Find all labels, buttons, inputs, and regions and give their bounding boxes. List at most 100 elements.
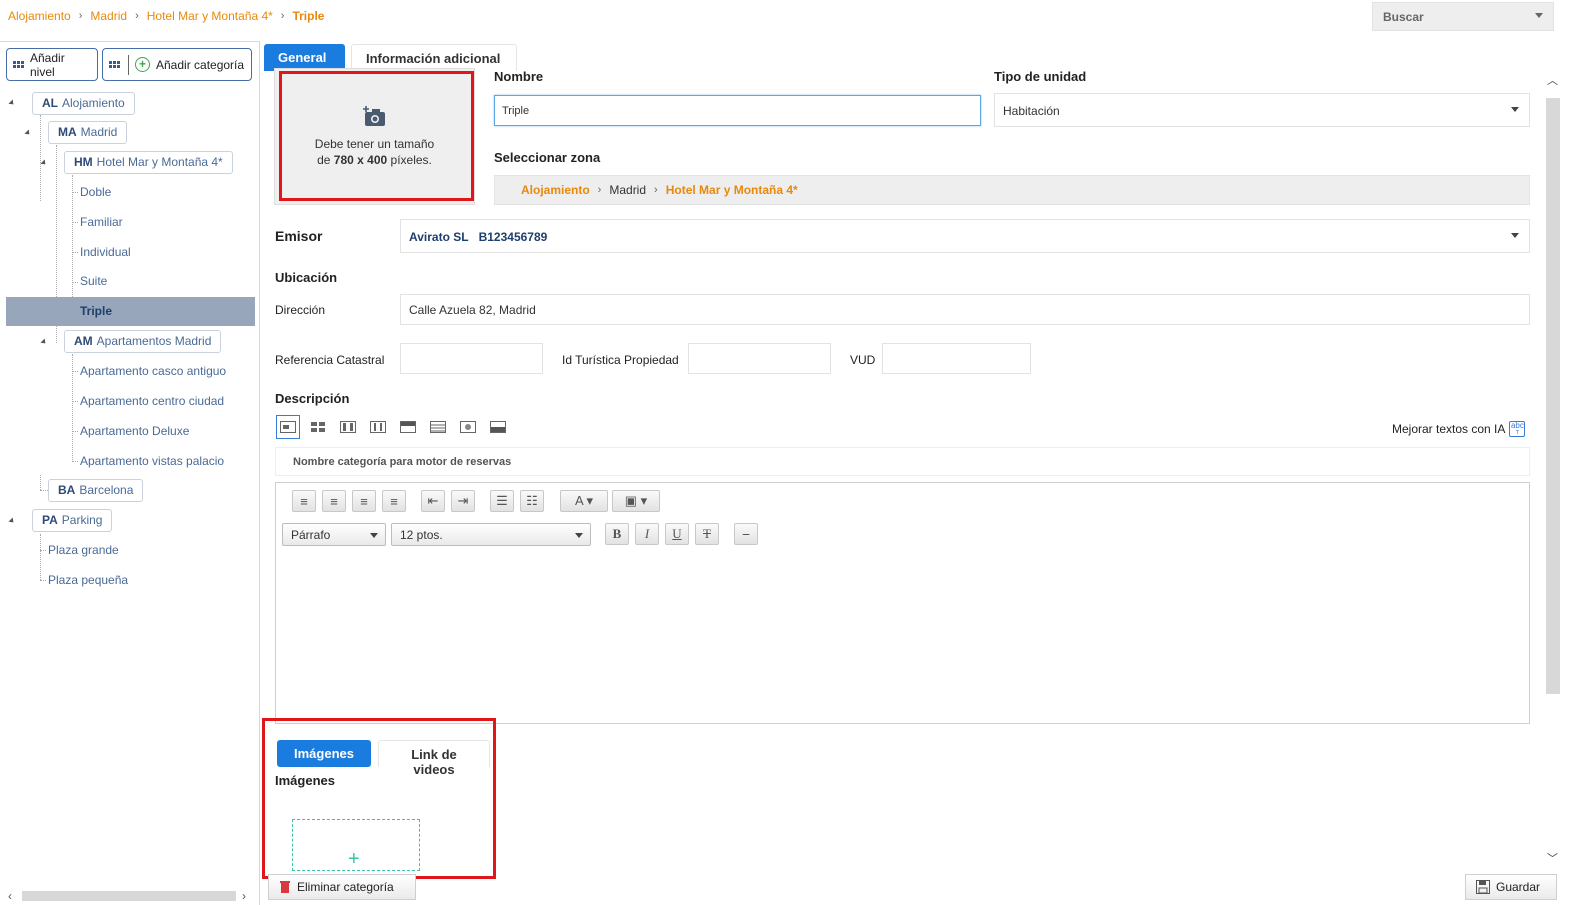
ai-improve-button[interactable]: Mejorar textos con IA abc ᵀ: [1392, 421, 1526, 438]
align-justify-icon[interactable]: ≡: [382, 490, 406, 512]
name-input[interactable]: Triple: [494, 95, 981, 126]
zone-path[interactable]: Alojamiento › Madrid › Hotel Mar y Monta…: [494, 175, 1530, 205]
tourist-id-input[interactable]: [688, 343, 831, 374]
chevron-down-icon: [1535, 13, 1543, 18]
add-level-button[interactable]: Añadir nivel: [6, 48, 98, 81]
chevron-down-icon: [1511, 107, 1519, 112]
breadcrumb-item-madrid[interactable]: Madrid: [90, 9, 127, 23]
tab-general[interactable]: General: [264, 44, 345, 71]
bullet-list-icon[interactable]: ☰: [490, 490, 514, 512]
issuer-select[interactable]: Avirato SL B123456789: [400, 219, 1530, 253]
chevron-down-icon: [1511, 233, 1519, 238]
ai-improve-label: Mejorar textos con IA: [1392, 422, 1506, 436]
chevron-right-icon: ›: [280, 10, 285, 22]
layout-rows-icon[interactable]: [426, 415, 450, 439]
chevron-down-icon[interactable]: ﹀: [1547, 850, 1558, 866]
add-category-button[interactable]: + Añadir categoría: [102, 48, 252, 81]
zone-item-madrid[interactable]: Madrid: [609, 183, 646, 197]
layout-columns-icon[interactable]: [366, 415, 390, 439]
tree-node-apartamentos-madrid[interactable]: AM Apartamentos Madrid: [64, 330, 222, 353]
issuer-id: B123456789: [478, 230, 548, 244]
horizontal-rule-icon[interactable]: ⎯: [734, 523, 758, 545]
tree-leaf-triple[interactable]: Triple: [80, 304, 112, 318]
tree-leaf-individual[interactable]: Individual: [80, 245, 131, 259]
expand-triangle-icon[interactable]: [40, 159, 48, 167]
tree-leaf-plaza-pequena[interactable]: Plaza pequeña: [48, 573, 128, 587]
address-input[interactable]: Calle Azuela 82, Madrid: [400, 294, 1530, 325]
unit-type-value: Habitación: [1003, 104, 1060, 118]
align-left-icon[interactable]: ≡: [292, 490, 316, 512]
tourist-id-label: Id Turística Propiedad: [562, 353, 679, 367]
breadcrumb-item-hotel[interactable]: Hotel Mar y Montaña 4*: [147, 9, 273, 23]
trash-icon: [280, 881, 290, 893]
background-color-icon[interactable]: ▣ ▾: [612, 490, 660, 512]
layout-header-icon[interactable]: [396, 415, 420, 439]
ai-text-icon: abc ᵀ: [1509, 421, 1526, 438]
issuer-label: Emisor: [275, 228, 323, 244]
rich-text-editor[interactable]: ≡ ≡ ≡ ≡ ⇤ ⇥ ☰ ☷ A ▾ ▣ ▾ Párrafo 12 ptos.…: [275, 482, 1530, 724]
tree-leaf-suite[interactable]: Suite: [80, 274, 107, 288]
tree-leaf-doble[interactable]: Doble: [80, 185, 111, 199]
expand-triangle-icon[interactable]: [8, 99, 16, 107]
chevron-left-icon[interactable]: ‹: [8, 889, 12, 903]
unit-type-select[interactable]: Habitación: [994, 93, 1530, 127]
paragraph-select[interactable]: Párrafo: [282, 523, 386, 546]
issuer-name: Avirato SL: [409, 230, 469, 244]
delete-category-label: Eliminar categoría: [297, 880, 394, 894]
tree-leaf-centro-ciudad[interactable]: Apartamento centro ciudad: [80, 394, 224, 408]
bold-icon[interactable]: B: [605, 523, 629, 545]
tree-selected-row[interactable]: [6, 297, 255, 326]
scrollbar-thumb[interactable]: [22, 891, 236, 901]
underline-icon[interactable]: U: [665, 523, 689, 545]
tab-informacion-adicional[interactable]: Información adicional: [351, 44, 517, 71]
name-label: Nombre: [494, 69, 544, 84]
numbered-list-icon[interactable]: ☷: [520, 490, 544, 512]
chevron-down-icon: [370, 533, 378, 538]
tree-node-madrid[interactable]: MA Madrid: [48, 121, 128, 144]
vud-label: VUD: [850, 353, 876, 367]
horizontal-scrollbar[interactable]: ‹ ›: [4, 887, 254, 903]
delete-category-button[interactable]: Eliminar categoría: [268, 874, 416, 900]
scrollbar-thumb[interactable]: [1546, 98, 1560, 694]
breadcrumb-item-alojamiento[interactable]: Alojamiento: [8, 9, 71, 23]
outdent-icon[interactable]: ⇤: [421, 490, 445, 512]
tree-node-parking[interactable]: PA Parking: [32, 509, 113, 532]
tree-leaf-familiar[interactable]: Familiar: [80, 215, 123, 229]
font-size-value: 12 ptos.: [400, 528, 443, 542]
indent-icon[interactable]: ⇥: [451, 490, 475, 512]
tree-leaf-vistas-palacio[interactable]: Apartamento vistas palacio: [80, 454, 224, 468]
tree-node-hotel[interactable]: HM Hotel Mar y Montaña 4*: [64, 151, 233, 174]
strikethrough-icon[interactable]: T: [695, 523, 719, 545]
layout-image-text-icon[interactable]: [276, 415, 300, 439]
tree-leaf-plaza-grande[interactable]: Plaza grande: [48, 543, 119, 557]
text-color-icon[interactable]: A ▾: [560, 490, 608, 512]
layout-image-icon[interactable]: [456, 415, 480, 439]
expand-triangle-icon[interactable]: [24, 129, 32, 137]
tree-leaf-deluxe[interactable]: Apartamento Deluxe: [80, 424, 189, 438]
save-button[interactable]: Guardar: [1465, 874, 1557, 900]
vud-input[interactable]: [882, 343, 1031, 374]
align-center-icon[interactable]: ≡: [322, 490, 346, 512]
search-select[interactable]: Buscar: [1372, 2, 1554, 31]
vertical-scrollbar[interactable]: ︿ ﹀: [1545, 72, 1561, 867]
zone-label: Seleccionar zona: [494, 150, 601, 165]
zone-item-hotel[interactable]: Hotel Mar y Montaña 4*: [666, 183, 798, 197]
layout-two-columns-icon[interactable]: [336, 415, 360, 439]
tree-leaf-casco-antiguo[interactable]: Apartamento casco antiguo: [80, 364, 226, 378]
italic-icon[interactable]: I: [635, 523, 659, 545]
tree-node-barcelona[interactable]: BA Barcelona: [48, 479, 144, 502]
tree-node-alojamiento[interactable]: AL Alojamiento: [32, 92, 135, 115]
chevron-up-icon[interactable]: ︿: [1547, 72, 1558, 88]
breadcrumb: Alojamiento › Madrid › Hotel Mar y Monta…: [8, 9, 324, 23]
align-right-icon[interactable]: ≡: [352, 490, 376, 512]
cadastral-input[interactable]: [400, 343, 543, 374]
expand-triangle-icon[interactable]: [8, 517, 16, 525]
chevron-right-icon[interactable]: ›: [242, 889, 246, 903]
zone-item-alojamiento[interactable]: Alojamiento: [521, 183, 590, 197]
layout-footer-icon[interactable]: [486, 415, 510, 439]
layout-grid-icon[interactable]: [306, 415, 330, 439]
save-label: Guardar: [1496, 880, 1541, 894]
category-name-input[interactable]: Nombre categoría para motor de reservas: [275, 447, 1530, 476]
font-size-select[interactable]: 12 ptos.: [391, 523, 591, 546]
expand-triangle-icon[interactable]: [40, 338, 48, 346]
